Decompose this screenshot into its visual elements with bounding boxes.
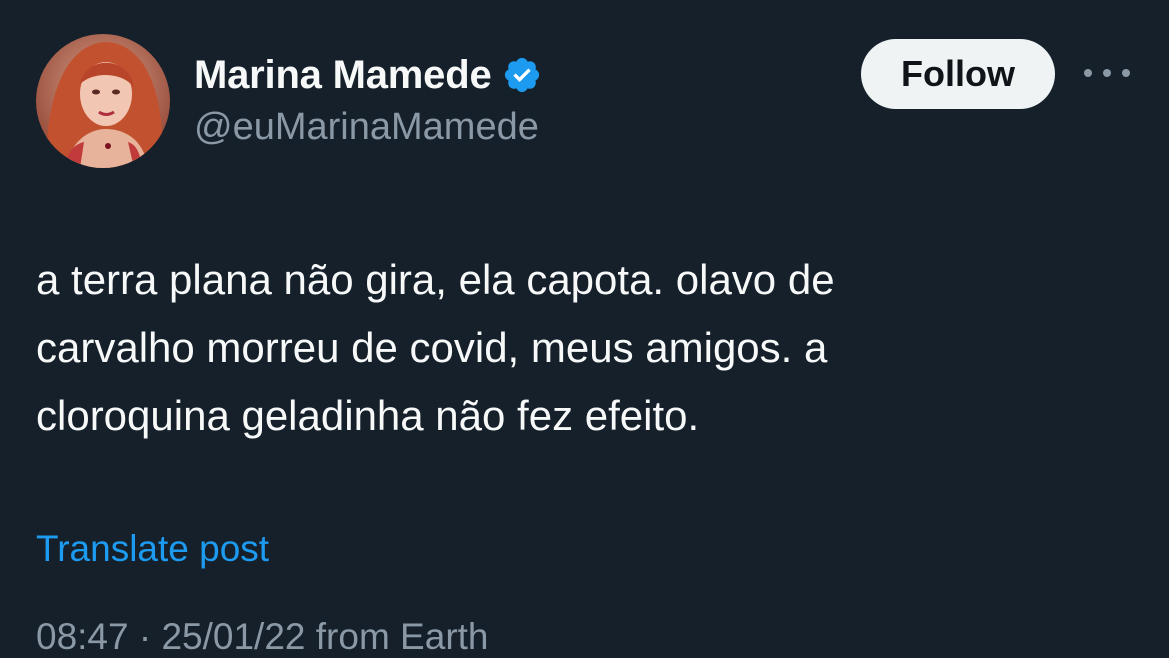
- verified-badge-icon: [502, 55, 542, 95]
- more-horizontal-icon: [1084, 69, 1092, 77]
- author-handle[interactable]: @euMarinaMamede: [194, 106, 539, 149]
- tweet-timestamp[interactable]: 08:47 · 25/01/22 from Earth: [36, 616, 489, 658]
- tweet-text: a terra plana não gira, ela capota. olav…: [36, 256, 835, 439]
- follow-button[interactable]: Follow: [861, 39, 1055, 109]
- more-horizontal-icon: [1103, 69, 1111, 77]
- translate-post-link[interactable]: Translate post: [36, 528, 269, 570]
- profile-photo-icon: [36, 34, 170, 168]
- more-horizontal-icon: [1122, 69, 1130, 77]
- author-display-name[interactable]: Marina Mamede: [194, 53, 492, 98]
- avatar[interactable]: [36, 34, 170, 168]
- more-options-button[interactable]: [1084, 58, 1130, 88]
- author-name-row: Marina Mamede: [194, 50, 542, 100]
